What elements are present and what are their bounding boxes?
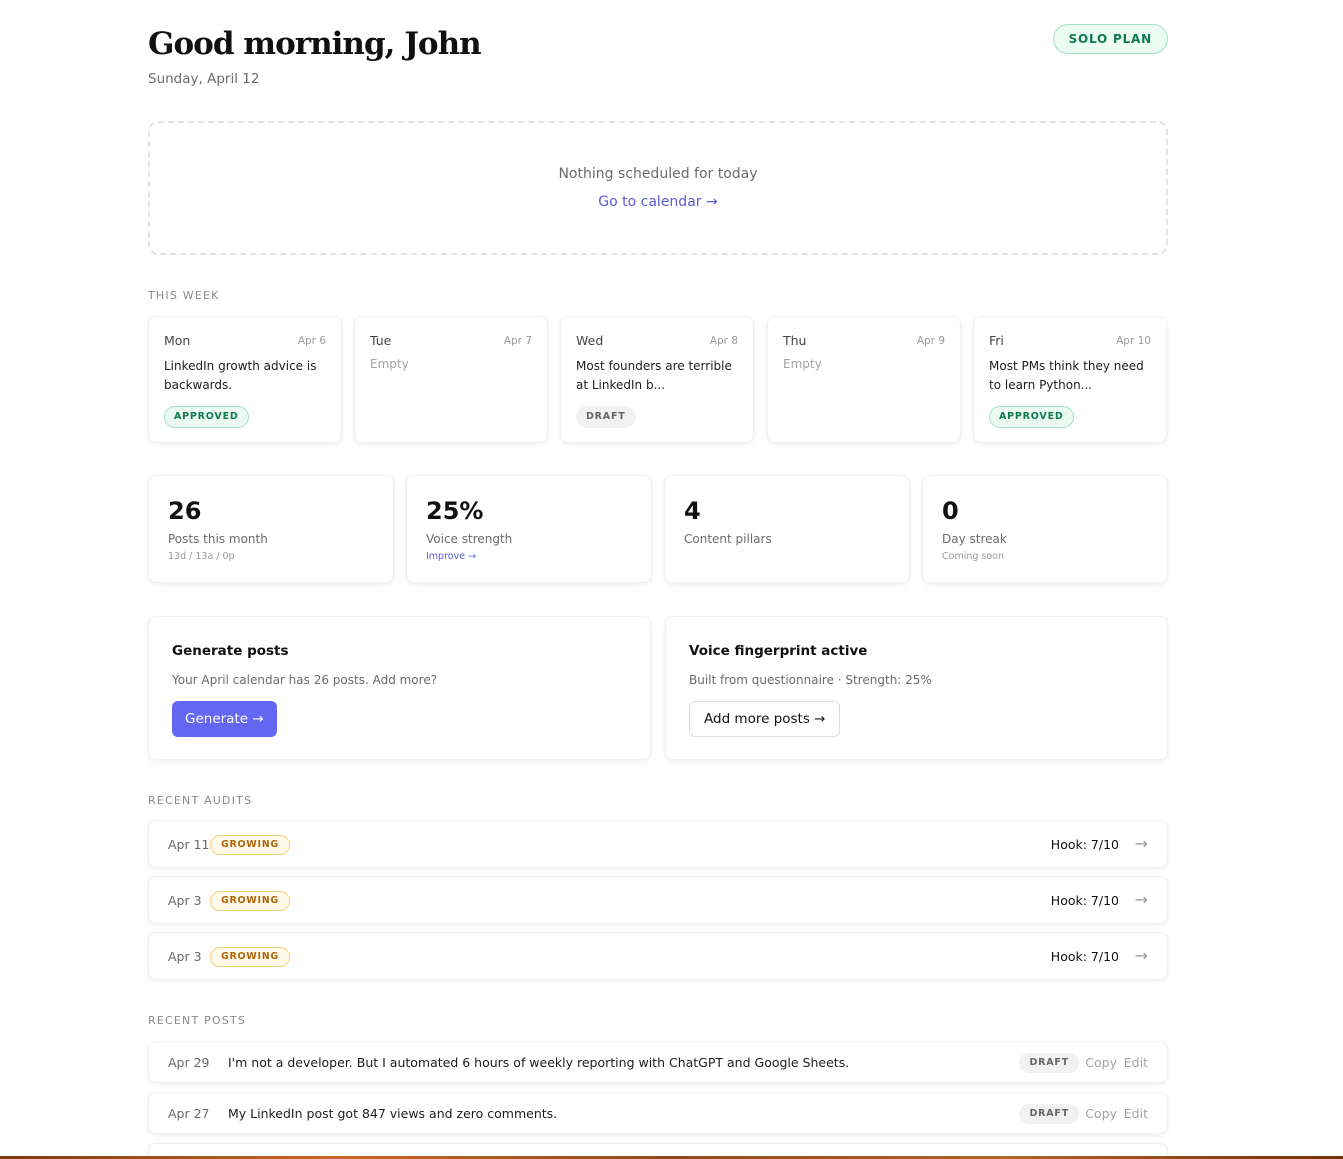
growing-badge: GROWING (210, 947, 290, 967)
growing-badge: GROWING (210, 835, 290, 855)
audit-date: Apr 3 (168, 949, 202, 964)
post-row: Apr 27 My LinkedIn post got 847 views an… (148, 1092, 1168, 1134)
stat-voice-strength: 25% Voice strength Improve → (406, 475, 652, 583)
copy-button[interactable]: Copy (1085, 1106, 1117, 1121)
add-more-posts-button[interactable]: Add more posts → (689, 701, 841, 737)
day-card-wed[interactable]: Wed Apr 8 Most founders are terrible at … (560, 316, 754, 443)
day-date: Apr 9 (916, 335, 945, 347)
day-card-thu[interactable]: Thu Apr 9 Empty (767, 316, 961, 443)
day-empty-text: Empty (370, 357, 409, 371)
day-name: Thu (783, 333, 807, 348)
stats-row: 26 Posts this month 13d / 13a / 0p 25% V… (148, 475, 1168, 583)
copy-button[interactable]: Copy (1085, 1055, 1117, 1070)
status-badge: DRAFT (576, 406, 636, 428)
post-date: Apr 29 (168, 1055, 210, 1070)
hook-score: Hook: 7/10 (1050, 949, 1119, 964)
post-text: My LinkedIn post got 847 views and zero … (228, 1106, 558, 1121)
day-date: Apr 8 (709, 335, 738, 347)
stat-content-pillars: 4 Content pillars (664, 475, 910, 583)
stat-value: 0 (942, 497, 959, 525)
this-week-label: THIS WEEK (148, 289, 220, 302)
status-badge: APPROVED (989, 406, 1074, 428)
day-empty-text: Empty (783, 357, 822, 371)
post-text: I'm not a developer. But I automated 6 h… (228, 1055, 850, 1070)
status-badge: DRAFT (1019, 1104, 1079, 1124)
arrow-right-icon[interactable]: → (1135, 834, 1148, 853)
growing-badge: GROWING (210, 891, 290, 911)
recent-audits-label: RECENT AUDITS (148, 794, 253, 807)
day-card-fri[interactable]: Fri Apr 10 Most PMs think they need to l… (973, 316, 1167, 443)
edit-button[interactable]: Edit (1124, 1106, 1148, 1121)
stat-label: Content pillars (684, 532, 772, 546)
card-description: Your April calendar has 26 posts. Add mo… (172, 673, 438, 687)
arrow-right-icon[interactable]: → (1135, 946, 1148, 965)
day-name: Mon (164, 333, 191, 348)
audit-date: Apr 3 (168, 893, 202, 908)
dashboard: Good morning, John Sunday, April 12 SOLO… (148, 0, 1168, 1159)
day-date: Apr 7 (503, 335, 532, 347)
stat-sub: 13d / 13a / 0p (168, 551, 235, 562)
post-row: Apr 29 I'm not a developer. But I automa… (148, 1041, 1168, 1083)
status-badge: DRAFT (1019, 1053, 1079, 1073)
page-title: Good morning, John (148, 26, 482, 62)
day-name: Fri (989, 333, 1004, 348)
post-date: Apr 27 (168, 1106, 210, 1121)
card-title: Generate posts (172, 643, 289, 659)
generate-posts-card: Generate posts Your April calendar has 2… (148, 616, 651, 760)
arrow-right-icon[interactable]: → (1135, 890, 1148, 909)
edit-button[interactable]: Edit (1124, 1055, 1148, 1070)
day-card-tue[interactable]: Tue Apr 7 Empty (354, 316, 548, 443)
action-row: Generate posts Your April calendar has 2… (148, 616, 1168, 760)
week-row: Mon Apr 6 LinkedIn growth advice is back… (148, 316, 1168, 443)
stat-value: 25% (426, 497, 484, 525)
day-name: Wed (576, 333, 604, 348)
day-post-text: Most founders are terrible at LinkedIn b… (576, 359, 732, 392)
hook-score: Hook: 7/10 (1050, 893, 1119, 908)
stat-value: 4 (684, 497, 701, 525)
day-card-mon[interactable]: Mon Apr 6 LinkedIn growth advice is back… (148, 316, 342, 443)
empty-today-text: Nothing scheduled for today (558, 166, 758, 182)
stat-label: Day streak (942, 532, 1007, 546)
generate-button[interactable]: Generate → (172, 701, 277, 737)
current-date: Sunday, April 12 (148, 71, 260, 87)
stat-posts-this-month: 26 Posts this month 13d / 13a / 0p (148, 475, 394, 583)
stat-label: Voice strength (426, 532, 513, 546)
day-post-text: LinkedIn growth advice is backwards. (164, 359, 317, 392)
audit-row[interactable]: Apr 11 GROWING Hook: 7/10 → (148, 820, 1168, 868)
card-title: Voice fingerprint active (689, 643, 868, 659)
audit-row[interactable]: Apr 3 GROWING Hook: 7/10 → (148, 932, 1168, 980)
stat-sub: Coming soon (942, 551, 1005, 562)
card-description: Built from questionnaire · Strength: 25% (689, 673, 932, 687)
go-to-calendar-link[interactable]: Go to calendar → (150, 194, 1166, 210)
day-date: Apr 10 (1116, 335, 1151, 347)
day-post-text: Most PMs think they need to learn Python… (989, 359, 1144, 392)
audit-date: Apr 11 (168, 837, 210, 852)
audit-row[interactable]: Apr 3 GROWING Hook: 7/10 → (148, 876, 1168, 924)
day-name: Tue (370, 333, 392, 348)
stat-label: Posts this month (168, 532, 268, 546)
voice-fingerprint-card: Voice fingerprint active Built from ques… (665, 616, 1168, 760)
status-badge: APPROVED (164, 406, 249, 428)
stat-value: 26 (168, 497, 202, 525)
hook-score: Hook: 7/10 (1050, 837, 1119, 852)
plan-badge: SOLO PLAN (1052, 24, 1168, 54)
page-header: Good morning, John Sunday, April 12 SOLO… (148, 0, 1168, 120)
day-date: Apr 6 (297, 335, 326, 347)
today-empty-state: Nothing scheduled for today Go to calend… (148, 121, 1168, 255)
stat-day-streak: 0 Day streak Coming soon (922, 475, 1168, 583)
improve-link[interactable]: Improve → (426, 551, 476, 562)
recent-posts-label: RECENT POSTS (148, 1014, 247, 1027)
